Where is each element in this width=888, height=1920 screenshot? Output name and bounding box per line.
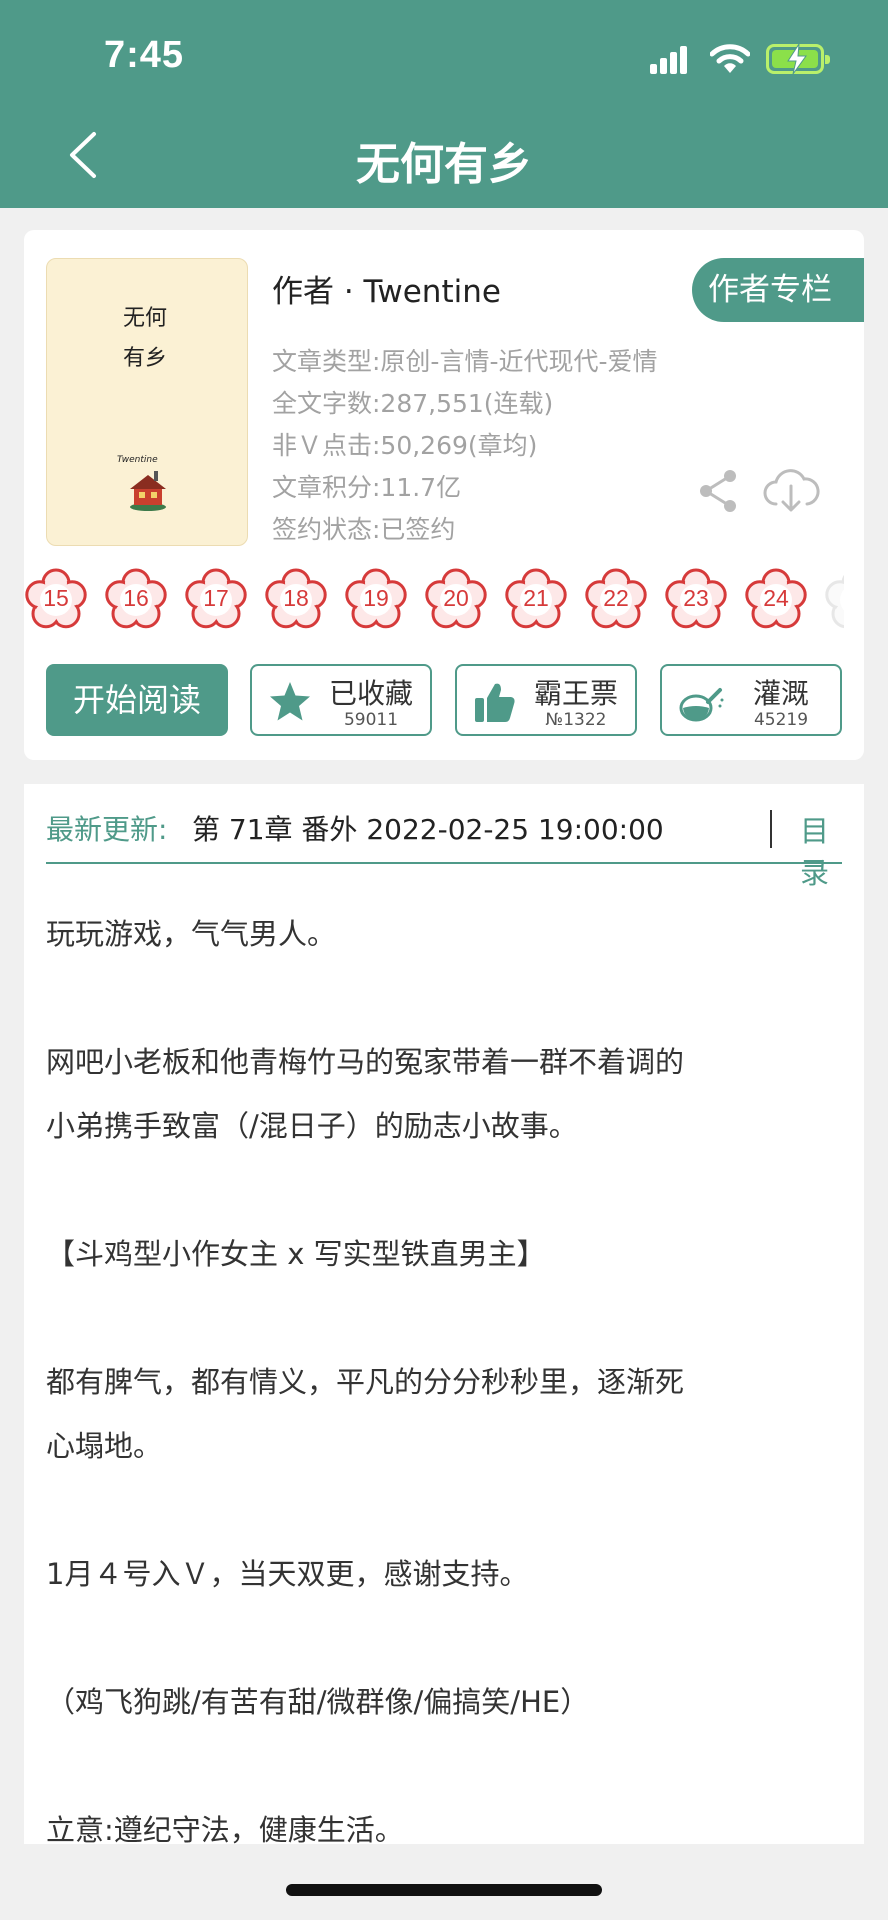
flower-badge-number: 22 [603,585,629,611]
intro-line: 心塌地。 [46,1429,163,1463]
flower-badge[interactable]: 17 [182,566,250,634]
flower-badge-number: 23 [683,585,709,611]
flower-badge[interactable]: 19 [342,566,410,634]
meta-sign-status: 签约状态:已签约 [272,515,456,544]
meta-word-count: 全文字数:287,551(连载) [272,389,554,418]
house-illustration-icon [130,471,166,511]
water-count: 45219 [753,710,809,730]
flower-badge[interactable]: 20 [422,566,490,634]
flower-badge[interactable]: 24 [742,566,810,634]
flower-badge-number: 19 [363,585,389,611]
flower-badge-row[interactable]: 15 16 17 18 19 20 21 22 23 24 [24,562,844,638]
author-name[interactable]: 作者 · Twentine [272,266,501,311]
meta-type: 文章类型:原创-言情-近代现代-爱情 [272,347,658,376]
intro-line: 1月４号入Ｖ，当天双更，感谢支持。 [46,1557,529,1591]
favorite-button[interactable]: 已收藏 59011 [250,664,432,736]
vote-label: 霸王票 [533,677,618,710]
flower-badge-number: 17 [203,585,229,611]
flower-badge[interactable]: 15 [24,566,90,634]
favorite-count: 59011 [343,710,399,730]
flower-badge[interactable]: 16 [102,566,170,634]
vote-count: №1322 [545,710,607,730]
flower-badge-number: 18 [283,585,309,611]
meta-score: 文章积分:11.7亿 [272,473,462,502]
flower-badge[interactable]: 21 [502,566,570,634]
flower-badge-number: 21 [523,585,549,611]
home-indicator[interactable] [286,1884,602,1896]
latest-update-row[interactable]: 最新更新: 第 71章 番外 2022-02-25 19:00:00 目录 [46,808,842,890]
intro-line: （鸡飞狗跳/有苦有甜/微群像/偏搞笑/HE） [46,1685,590,1719]
flower-badge[interactable]: 22 [582,566,650,634]
flower-badge-number: 16 [123,585,149,611]
intro-line: 网吧小老板和他青梅竹马的冤家带着一群不着调的 [46,1045,685,1079]
watering-can-icon [679,688,724,722]
flower-badge-partial [822,566,844,634]
latest-chapter[interactable]: 第 71章 番外 2022-02-25 19:00:00 [192,808,664,848]
cover-title: 无何有乡 [122,306,167,371]
author-column-button[interactable]: 作者专栏 [692,258,864,322]
water-button[interactable]: 灌溉 45219 [660,664,842,736]
flower-badge-number: 24 [763,585,789,611]
divider [770,810,772,848]
intro-card: 最新更新: 第 71章 番外 2022-02-25 19:00:00 目录 玩玩… [24,784,864,1847]
intro-line: 都有脾气，都有情义，平凡的分分秒秒里，逐渐死 [46,1365,685,1399]
table-of-contents-link[interactable]: 目录 [800,808,842,892]
intro-line: 小弟携手致富（/混日子）的励志小故事。 [46,1109,578,1143]
app-header: 7:45 无何有乡 [0,0,888,208]
status-time: 7:45 [104,34,185,76]
download-icon[interactable] [762,466,820,516]
intro-line: 玩玩游戏，气气男人。 [46,917,337,951]
flower-badge[interactable]: 23 [662,566,730,634]
cover-author: Twentine [117,455,158,465]
page-title: 无何有乡 [356,139,532,190]
vote-button[interactable]: 霸王票 №1322 [455,664,637,736]
share-icon[interactable] [694,466,744,516]
flower-badge-number: 15 [43,585,69,611]
cellular-signal-icon [650,46,692,74]
latest-update-label: 最新更新: [46,813,168,846]
thumbs-up-icon [475,683,515,722]
star-icon [270,682,310,721]
book-info-card: 无何有乡 Twentine 作者 · Twentine 作者专栏 文章类型:原创… [24,230,864,760]
start-reading-button[interactable]: 开始阅读 [46,664,228,736]
water-label: 灌溉 [752,677,809,710]
flower-badge-number: 20 [443,585,469,611]
intro-line: 立意:遵纪守法，健康生活。 [46,1813,404,1847]
intro-line: 【斗鸡型小作女主 x 写实型铁直男主】 [46,1237,546,1271]
flower-badge[interactable]: 18 [262,566,330,634]
favorite-label: 已收藏 [328,677,413,710]
book-cover[interactable]: 无何有乡 Twentine [46,258,248,546]
wifi-icon [710,44,750,73]
meta-clicks: 非Ｖ点击:50,269(章均) [272,431,538,460]
battery-icon [766,44,830,74]
